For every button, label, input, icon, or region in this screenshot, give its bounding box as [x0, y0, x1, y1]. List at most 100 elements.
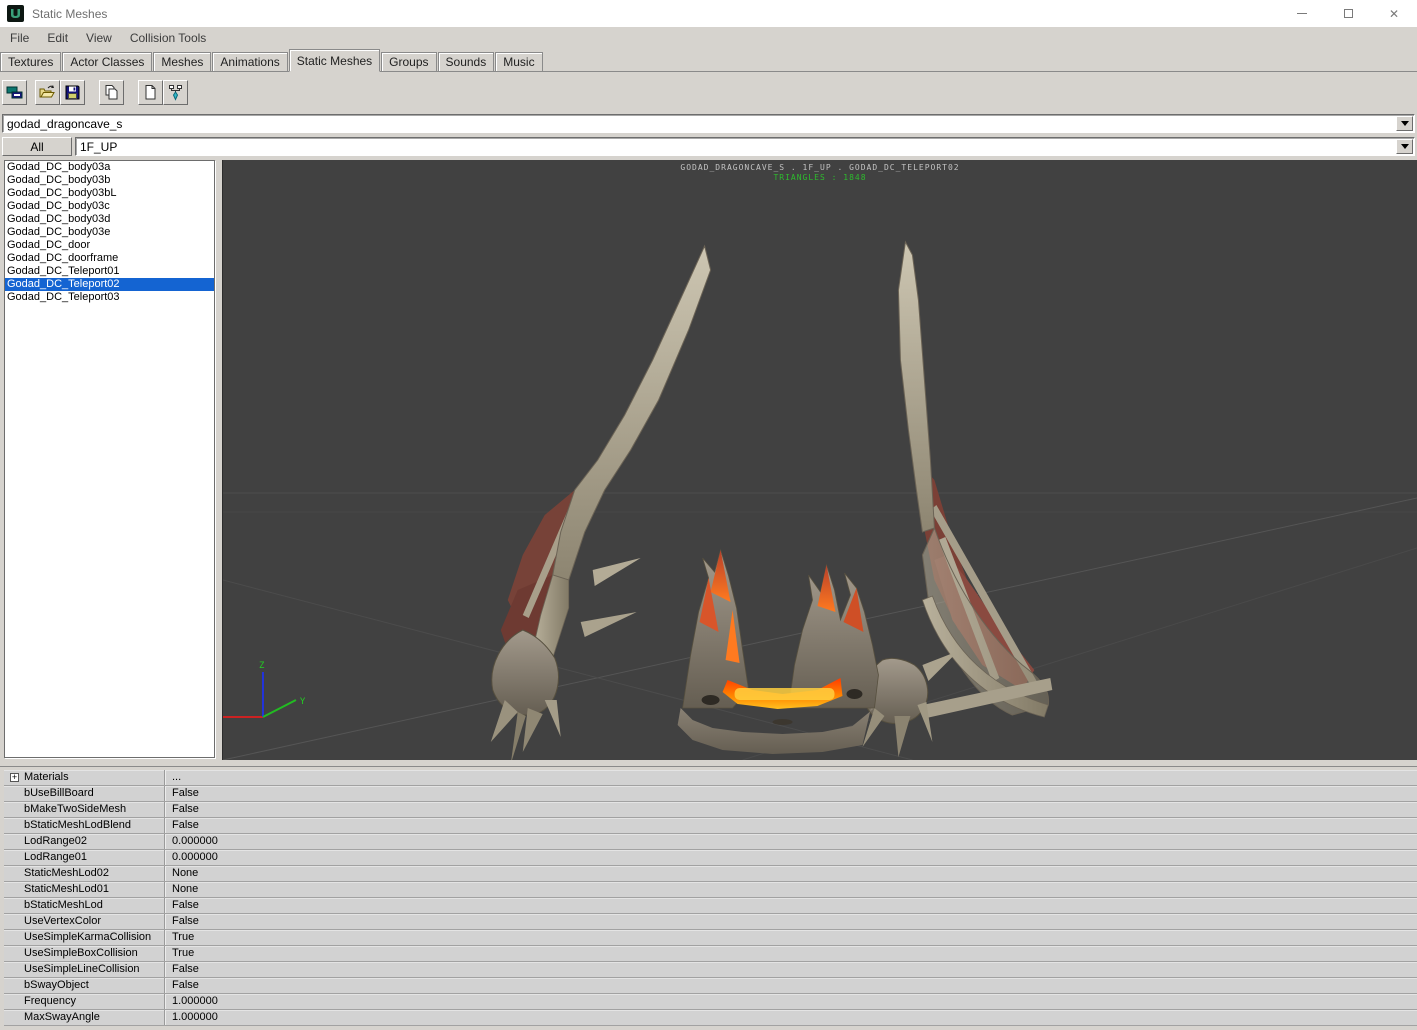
- property-label: Frequency: [24, 995, 76, 1007]
- property-label: MaxSwayAngle: [24, 1011, 100, 1023]
- axis-indicator: Z Y: [223, 661, 306, 718]
- property-label: UseSimpleLineCollision: [24, 963, 140, 975]
- all-button[interactable]: All: [2, 137, 72, 156]
- group-combobox-arrow-button[interactable]: [1396, 139, 1413, 154]
- list-item[interactable]: Godad_DC_body03a: [5, 161, 214, 174]
- minimize-icon: [1297, 13, 1307, 14]
- property-row: MaxSwayAngle 1.000000: [4, 1010, 1417, 1026]
- viewport-canvas: Z Y: [223, 240, 1417, 760]
- property-row: LodRange02 0.000000: [4, 834, 1417, 850]
- list-item[interactable]: Godad_DC_doorframe: [5, 252, 214, 265]
- tab-static-meshes[interactable]: Static Meshes: [288, 49, 381, 72]
- y-axis-label: Y: [300, 697, 306, 707]
- property-value[interactable]: 1.000000: [164, 1010, 1417, 1025]
- new-document-icon: [145, 84, 156, 99]
- property-value[interactable]: True: [164, 930, 1417, 945]
- property-label: bStaticMeshLod: [24, 899, 103, 911]
- list-item[interactable]: Godad_DC_body03e: [5, 226, 214, 239]
- menu-item-collision-tools[interactable]: Collision Tools: [122, 28, 214, 48]
- tab-meshes[interactable]: Meshes: [153, 52, 212, 71]
- toolbar: [0, 72, 1417, 112]
- static-mesh-list: Godad_DC_body03a Godad_DC_body03b Godad_DC…: [4, 160, 215, 758]
- mesh-lava-pit: [677, 548, 879, 754]
- property-label: bMakeTwoSideMesh: [24, 803, 127, 815]
- property-label: StaticMeshLod01: [24, 883, 109, 895]
- browser-tabs: Textures Actor Classes Meshes Animations Sta…: [0, 49, 1417, 72]
- property-value[interactable]: 0.000000: [164, 850, 1417, 865]
- property-row: StaticMeshLod02 None: [4, 866, 1417, 882]
- maximize-button[interactable]: [1325, 0, 1371, 27]
- property-value[interactable]: None: [164, 866, 1417, 881]
- new-document-button[interactable]: [138, 79, 163, 105]
- title-bar: Static Meshes ✕: [0, 0, 1417, 27]
- property-label: LodRange01: [24, 851, 88, 863]
- property-row: bMakeTwoSideMesh False: [4, 802, 1417, 818]
- mesh-viewport[interactable]: Z Y GODAD_DRAGONCAVE_S . 1F_UP . GODAD_D…: [222, 160, 1417, 760]
- property-value[interactable]: False: [164, 962, 1417, 977]
- property-label: UseSimpleBoxCollision: [24, 947, 138, 959]
- property-value[interactable]: False: [164, 898, 1417, 913]
- tab-textures[interactable]: Textures: [0, 52, 62, 71]
- property-row: bUseBillBoard False: [4, 786, 1417, 802]
- list-item[interactable]: Godad_DC_Teleport01: [5, 265, 214, 278]
- property-row: UseSimpleBoxCollision True: [4, 946, 1417, 962]
- property-label: bUseBillBoard: [24, 787, 94, 799]
- menu-item-view[interactable]: View: [78, 28, 120, 48]
- property-label: + Materials: [10, 771, 69, 783]
- list-item[interactable]: Godad_DC_door: [5, 239, 214, 252]
- close-icon: ✕: [1388, 6, 1400, 21]
- property-row: bStaticMeshLodBlend False: [4, 818, 1417, 834]
- property-value[interactable]: False: [164, 802, 1417, 817]
- property-value[interactable]: ...: [164, 770, 1417, 785]
- mesh-left-wing: [490, 244, 712, 760]
- tab-groups[interactable]: Groups: [381, 52, 437, 71]
- dock-toggle-button[interactable]: [2, 79, 27, 105]
- close-button[interactable]: ✕: [1371, 0, 1417, 27]
- list-item[interactable]: Godad_DC_body03c: [5, 200, 214, 213]
- open-package-button[interactable]: [35, 79, 60, 105]
- menu-item-edit[interactable]: Edit: [39, 28, 76, 48]
- list-item[interactable]: Godad_DC_Teleport03: [5, 291, 214, 304]
- tab-animations[interactable]: Animations: [212, 52, 288, 71]
- list-item[interactable]: Godad_DC_body03d: [5, 213, 214, 226]
- collision-tool-button[interactable]: [163, 79, 188, 105]
- chevron-down-icon: [1400, 121, 1409, 126]
- property-row: bStaticMeshLod False: [4, 898, 1417, 914]
- property-label: bStaticMeshLodBlend: [24, 819, 132, 831]
- property-value[interactable]: False: [164, 978, 1417, 993]
- y-axis-line: [262, 699, 297, 718]
- save-package-button[interactable]: [60, 79, 85, 105]
- collision-tool-icon: [169, 84, 182, 101]
- property-label: bSwayObject: [24, 979, 89, 991]
- property-value[interactable]: False: [164, 818, 1417, 833]
- expand-box[interactable]: +: [10, 773, 19, 782]
- package-combobox[interactable]: godad_dragoncave_s: [2, 114, 1415, 133]
- open-package-icon: [39, 84, 55, 97]
- property-value[interactable]: False: [164, 914, 1417, 929]
- viewport-mesh-path: GODAD_DRAGONCAVE_S . 1F_UP . GODAD_DC_TE…: [680, 163, 960, 172]
- copy-button[interactable]: [99, 79, 124, 105]
- property-value[interactable]: False: [164, 786, 1417, 801]
- list-item[interactable]: Godad_DC_body03bL: [5, 187, 214, 200]
- property-row: bSwayObject False: [4, 978, 1417, 994]
- property-row: Frequency 1.000000: [4, 994, 1417, 1010]
- list-item[interactable]: Godad_DC_body03b: [5, 174, 214, 187]
- property-value[interactable]: None: [164, 882, 1417, 897]
- viewport-triangle-count: TRIANGLES : 1848: [773, 173, 867, 182]
- maximize-icon: [1343, 9, 1353, 18]
- menu-bar: File Edit View Collision Tools: [0, 27, 1417, 49]
- menu-item-file[interactable]: File: [2, 28, 37, 48]
- property-value[interactable]: 1.000000: [164, 994, 1417, 1009]
- group-combobox[interactable]: 1F_UP: [75, 137, 1415, 156]
- property-row: StaticMeshLod01 None: [4, 882, 1417, 898]
- list-item[interactable]: Godad_DC_Teleport02: [5, 278, 214, 291]
- property-label: LodRange02: [24, 835, 88, 847]
- property-row: UseVertexColor False: [4, 914, 1417, 930]
- property-value[interactable]: True: [164, 946, 1417, 961]
- package-combobox-arrow-button[interactable]: [1396, 116, 1413, 131]
- minimize-button[interactable]: [1279, 0, 1325, 27]
- tab-music[interactable]: Music: [495, 52, 543, 71]
- property-value[interactable]: 0.000000: [164, 834, 1417, 849]
- tab-sounds[interactable]: Sounds: [437, 52, 495, 71]
- tab-actor-classes[interactable]: Actor Classes: [62, 52, 153, 71]
